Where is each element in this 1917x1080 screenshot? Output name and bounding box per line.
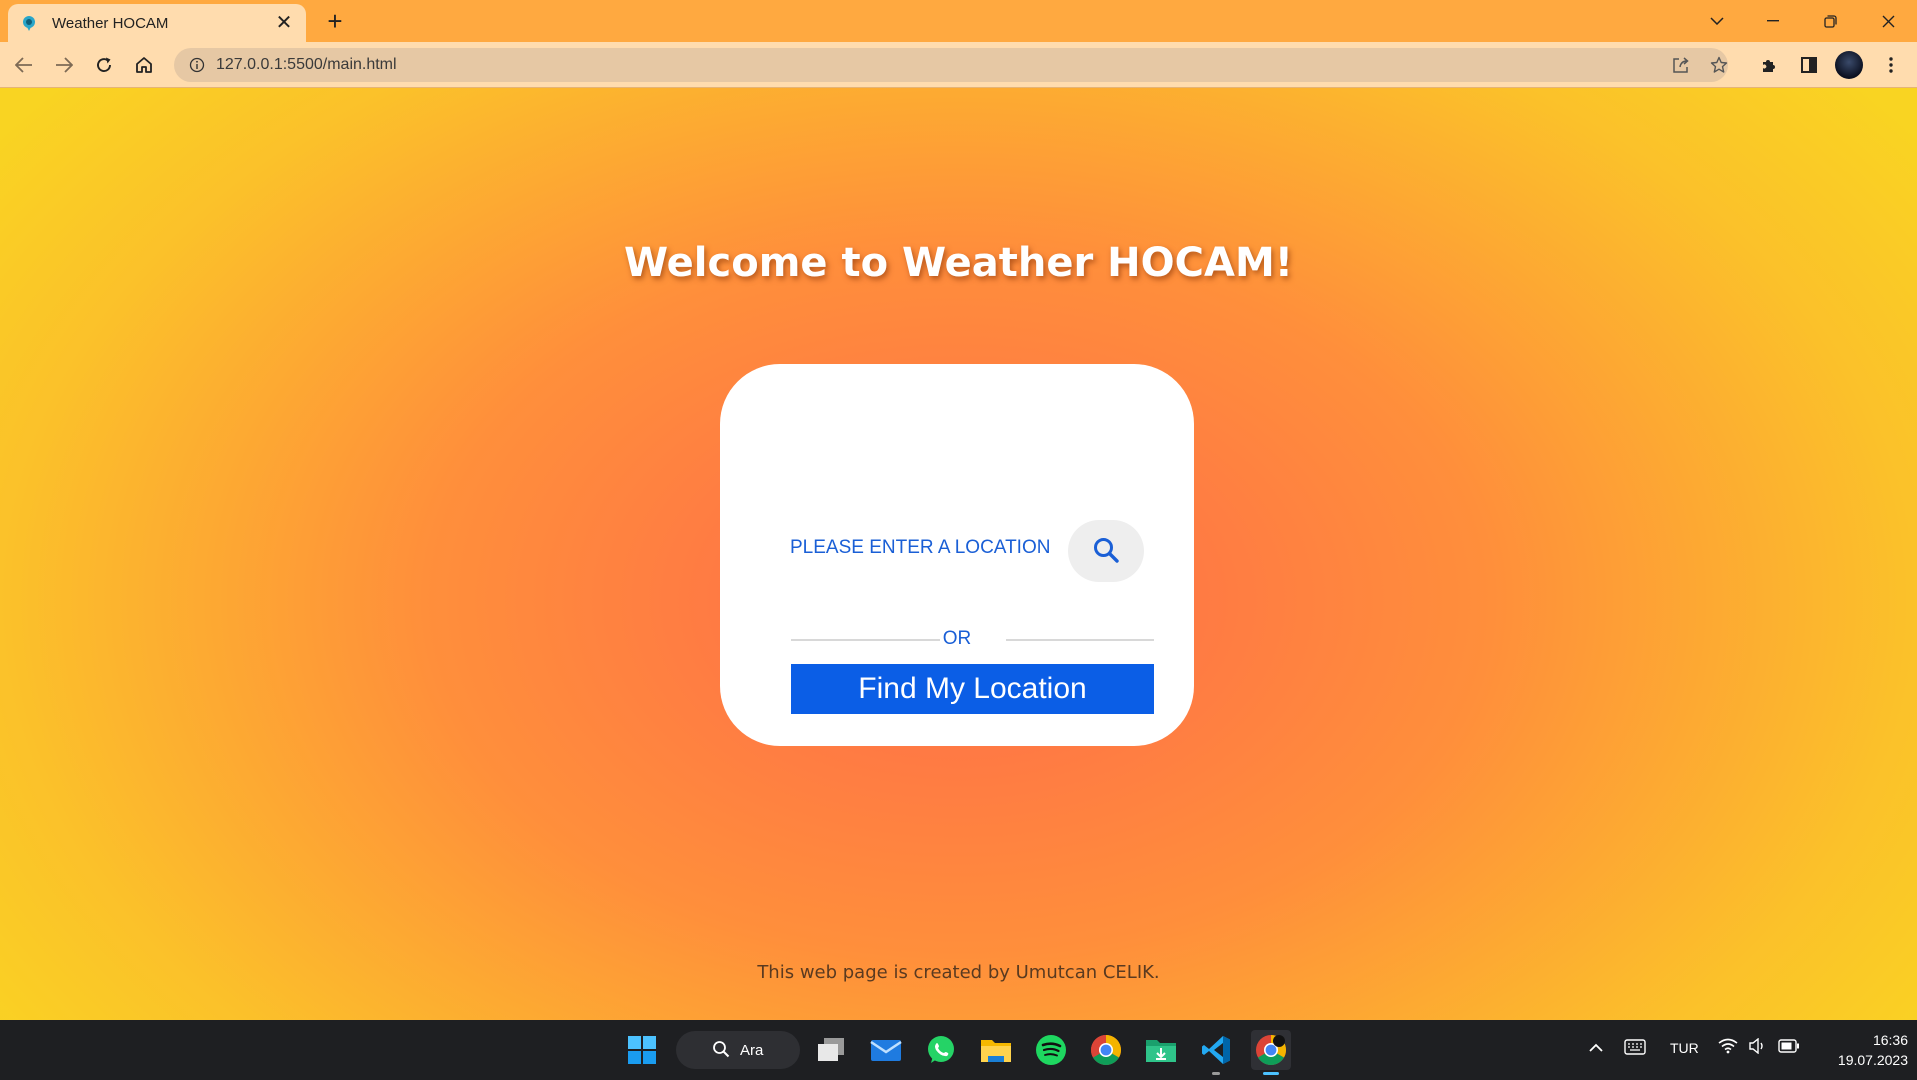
active-indicator [1263, 1072, 1279, 1075]
find-my-location-button[interactable]: Find My Location [791, 664, 1154, 714]
weather-favicon-icon [20, 14, 38, 32]
page-title: Welcome to Weather HOCAM! [623, 240, 1294, 286]
mail-icon[interactable] [866, 1030, 906, 1070]
clock-date: 19.07.2023 [1837, 1052, 1908, 1068]
back-icon[interactable] [9, 50, 39, 80]
browser-tab-bar: Weather HOCAM ✕ + [0, 0, 1917, 42]
tab-title: Weather HOCAM [52, 14, 169, 32]
share-icon[interactable] [1666, 50, 1696, 80]
location-search-input[interactable] [790, 530, 1070, 566]
search-icon [1093, 537, 1119, 566]
restore-icon[interactable] [1815, 6, 1845, 36]
page-viewport: Welcome to Weather HOCAM! OR Find My Loc… [0, 88, 1917, 1020]
windows-taskbar: Ara TUR 16:36 19.07.2023 [0, 1020, 1917, 1080]
search-icon [712, 1040, 730, 1062]
chrome-icon[interactable] [1086, 1030, 1126, 1070]
address-bar[interactable]: 127.0.0.1:5500/main.html [174, 48, 1728, 82]
file-explorer-icon[interactable] [976, 1030, 1016, 1070]
whatsapp-icon[interactable] [921, 1030, 961, 1070]
spotify-icon[interactable] [1031, 1030, 1071, 1070]
extensions-icon[interactable] [1754, 50, 1784, 80]
or-separator: OR [942, 628, 972, 649]
url-text: 127.0.0.1:5500/main.html [216, 56, 397, 73]
forward-icon[interactable] [49, 50, 79, 80]
vscode-icon[interactable] [1196, 1030, 1236, 1075]
minimize-icon[interactable] [1758, 6, 1788, 36]
search-button[interactable] [1068, 520, 1144, 582]
menu-icon[interactable] [1876, 50, 1906, 80]
chevron-up-icon[interactable] [1588, 1040, 1604, 1056]
browser-toolbar: 127.0.0.1:5500/main.html [0, 42, 1917, 88]
reload-icon[interactable] [89, 50, 119, 80]
tab-search-chevron-icon[interactable] [1702, 6, 1732, 36]
wifi-icon[interactable] [1718, 1038, 1738, 1057]
close-window-icon[interactable] [1873, 6, 1903, 36]
star-icon[interactable] [1704, 50, 1734, 80]
location-card: OR Find My Location [720, 364, 1194, 746]
clock-time: 16:36 [1872, 1032, 1908, 1048]
volume-icon[interactable] [1748, 1037, 1766, 1057]
downloads-icon[interactable] [1141, 1030, 1181, 1070]
taskbar-search[interactable]: Ara [676, 1031, 800, 1069]
info-icon[interactable] [188, 56, 206, 74]
chrome-active-icon[interactable] [1251, 1030, 1291, 1075]
browser-tab[interactable]: Weather HOCAM ✕ [8, 4, 306, 42]
divider-right [1006, 639, 1154, 641]
battery-icon[interactable] [1778, 1039, 1800, 1056]
new-tab-button[interactable]: + [322, 8, 348, 35]
taskbar-search-label: Ara [740, 1041, 764, 1059]
keyboard-icon[interactable] [1624, 1039, 1646, 1058]
profile-avatar[interactable] [1835, 51, 1863, 79]
footer-credit: This web page is created by Umutcan CELI… [757, 962, 1160, 983]
start-icon[interactable] [622, 1030, 662, 1070]
running-indicator [1212, 1072, 1220, 1075]
divider-left [791, 639, 940, 641]
tab-close-icon[interactable]: ✕ [274, 13, 294, 33]
side-panel-icon[interactable] [1794, 50, 1824, 80]
home-icon[interactable] [129, 50, 159, 80]
task-view-icon[interactable] [811, 1030, 851, 1070]
language-indicator[interactable]: TUR [1670, 1040, 1699, 1056]
system-clock[interactable]: 16:36 19.07.2023 [1810, 1030, 1908, 1070]
